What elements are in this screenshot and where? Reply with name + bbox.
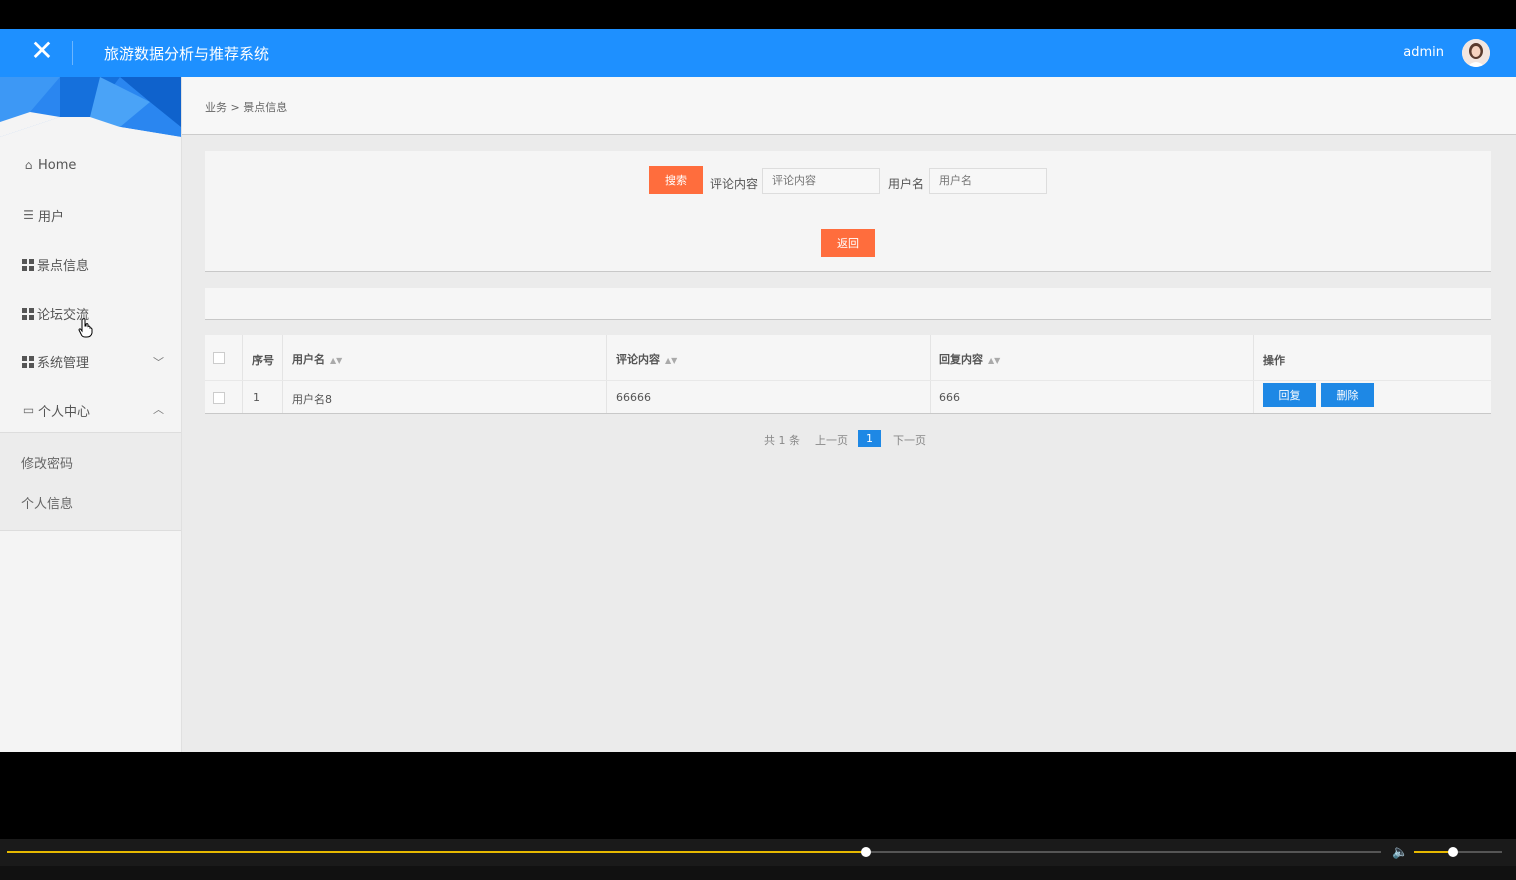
app-window: ✕ 旅游数据分析与推荐系统 admin ⌂ Home ☰ 用户 景点信息 论坛交… [0, 29, 1516, 752]
comment-label: 评论内容 [710, 177, 759, 191]
divider [72, 41, 73, 65]
home-icon: ⌂ [24, 158, 33, 172]
pagination-next[interactable]: 下一页 [893, 432, 926, 448]
sidebar-item-label: 景点信息 [37, 259, 90, 274]
delete-button[interactable]: 删除 [1321, 383, 1374, 407]
sidebar-item-label: 系统管理 [37, 356, 90, 371]
row-divider [205, 380, 1491, 381]
volume-icon[interactable]: 🔈 [1392, 845, 1408, 860]
select-all-checkbox[interactable] [213, 352, 225, 364]
sort-icon[interactable]: ▲▼ [988, 356, 1000, 365]
progress-handle[interactable] [861, 847, 871, 857]
pagination-total: 共 1 条 [764, 434, 800, 447]
grid-icon [22, 355, 34, 368]
column-divider [242, 335, 243, 413]
header-label: 评论内容 [616, 353, 660, 366]
sidebar-item-profile[interactable]: ▭ 个人中心 [22, 401, 91, 421]
sidebar-item-attractions[interactable]: 景点信息 [22, 255, 89, 274]
sidebar-item-home[interactable]: ⌂ Home [22, 158, 77, 173]
hand-cursor-icon [78, 318, 93, 338]
calendar-icon: ▭ [22, 403, 35, 417]
submenu-item-personal-info[interactable]: 个人信息 [21, 493, 73, 512]
toolbar-panel [205, 288, 1491, 320]
sidebar-item-users[interactable]: ☰ 用户 [22, 206, 65, 226]
volume-handle[interactable] [1448, 847, 1458, 857]
sort-icon[interactable]: ▲▼ [665, 356, 677, 365]
pagination-current-page[interactable]: 1 [858, 430, 881, 447]
username-search-input[interactable] [929, 168, 1047, 194]
table-cell-username: 用户名8 [292, 393, 332, 406]
table-cell-comment: 66666 [616, 391, 651, 404]
column-divider [1253, 335, 1254, 413]
table-cell-index: 1 [253, 391, 260, 404]
header-label: 用户名 [292, 353, 325, 366]
sort-icon[interactable]: ▲▼ [330, 356, 342, 365]
sidebar-banner [0, 77, 181, 137]
table-header-reply[interactable]: 回复内容 ▲▼ [939, 351, 1000, 367]
user-name[interactable]: admin [1403, 45, 1444, 60]
breadcrumb-separator: > [230, 101, 240, 114]
comment-search-input[interactable] [762, 168, 880, 194]
sidebar-item-label: 个人中心 [38, 405, 91, 420]
search-button[interactable]: 搜索 [649, 166, 703, 194]
table-header-actions: 操作 [1263, 354, 1285, 367]
column-divider [282, 335, 283, 413]
sidebar-item-label: 用户 [38, 210, 65, 225]
avatar-icon [1462, 39, 1490, 67]
table-header-comment[interactable]: 评论内容 ▲▼ [616, 351, 677, 367]
sidebar: ⌂ Home ☰ 用户 景点信息 论坛交流 系统管理 ﹀ ▭ 个人中心 ︿ 修改… [0, 77, 182, 752]
avatar[interactable] [1462, 39, 1490, 67]
breadcrumb-root[interactable]: 业务 [205, 101, 227, 114]
back-button[interactable]: 返回 [821, 229, 875, 257]
player-bottom-strip [0, 866, 1516, 880]
header-label: 回复内容 [939, 353, 983, 366]
column-divider [930, 335, 931, 413]
table-header-username[interactable]: 用户名 ▲▼ [292, 351, 342, 367]
user-label: 用户名 [888, 177, 925, 191]
sliders-icon: ☰ [23, 208, 34, 222]
breadcrumb: 业务 > 景点信息 [205, 99, 287, 115]
breadcrumb-bar: 业务 > 景点信息 [182, 77, 1516, 135]
table-cell-reply: 666 [939, 391, 960, 404]
close-menu-icon[interactable]: ✕ [28, 37, 56, 65]
top-bar: ✕ 旅游数据分析与推荐系统 admin [0, 29, 1516, 77]
data-table: 序号 用户名 ▲▼ 评论内容 ▲▼ 回复内容 ▲▼ 操作 1 用户名8 66666 6… [205, 335, 1491, 414]
pagination-prev[interactable]: 上一页 [815, 432, 848, 448]
chevron-down-icon[interactable]: ﹀ [153, 354, 164, 370]
progress-fill [7, 851, 866, 853]
profile-submenu: 修改密码 个人信息 [0, 432, 181, 531]
breadcrumb-current: 景点信息 [243, 101, 288, 114]
column-divider [606, 335, 607, 413]
sidebar-item-system[interactable]: 系统管理 [22, 352, 89, 371]
reply-button[interactable]: 回复 [1263, 383, 1316, 407]
grid-icon [22, 307, 34, 320]
sidebar-item-label: Home [38, 158, 77, 173]
search-panel: 搜索 评论内容 用户名 返回 [205, 151, 1491, 272]
submenu-item-change-password[interactable]: 修改密码 [21, 453, 73, 472]
table-header-index: 序号 [252, 354, 274, 367]
row-checkbox[interactable] [213, 392, 225, 404]
chevron-up-icon[interactable]: ︿ [153, 401, 164, 417]
app-title: 旅游数据分析与推荐系统 [104, 45, 270, 63]
grid-icon [22, 258, 34, 271]
